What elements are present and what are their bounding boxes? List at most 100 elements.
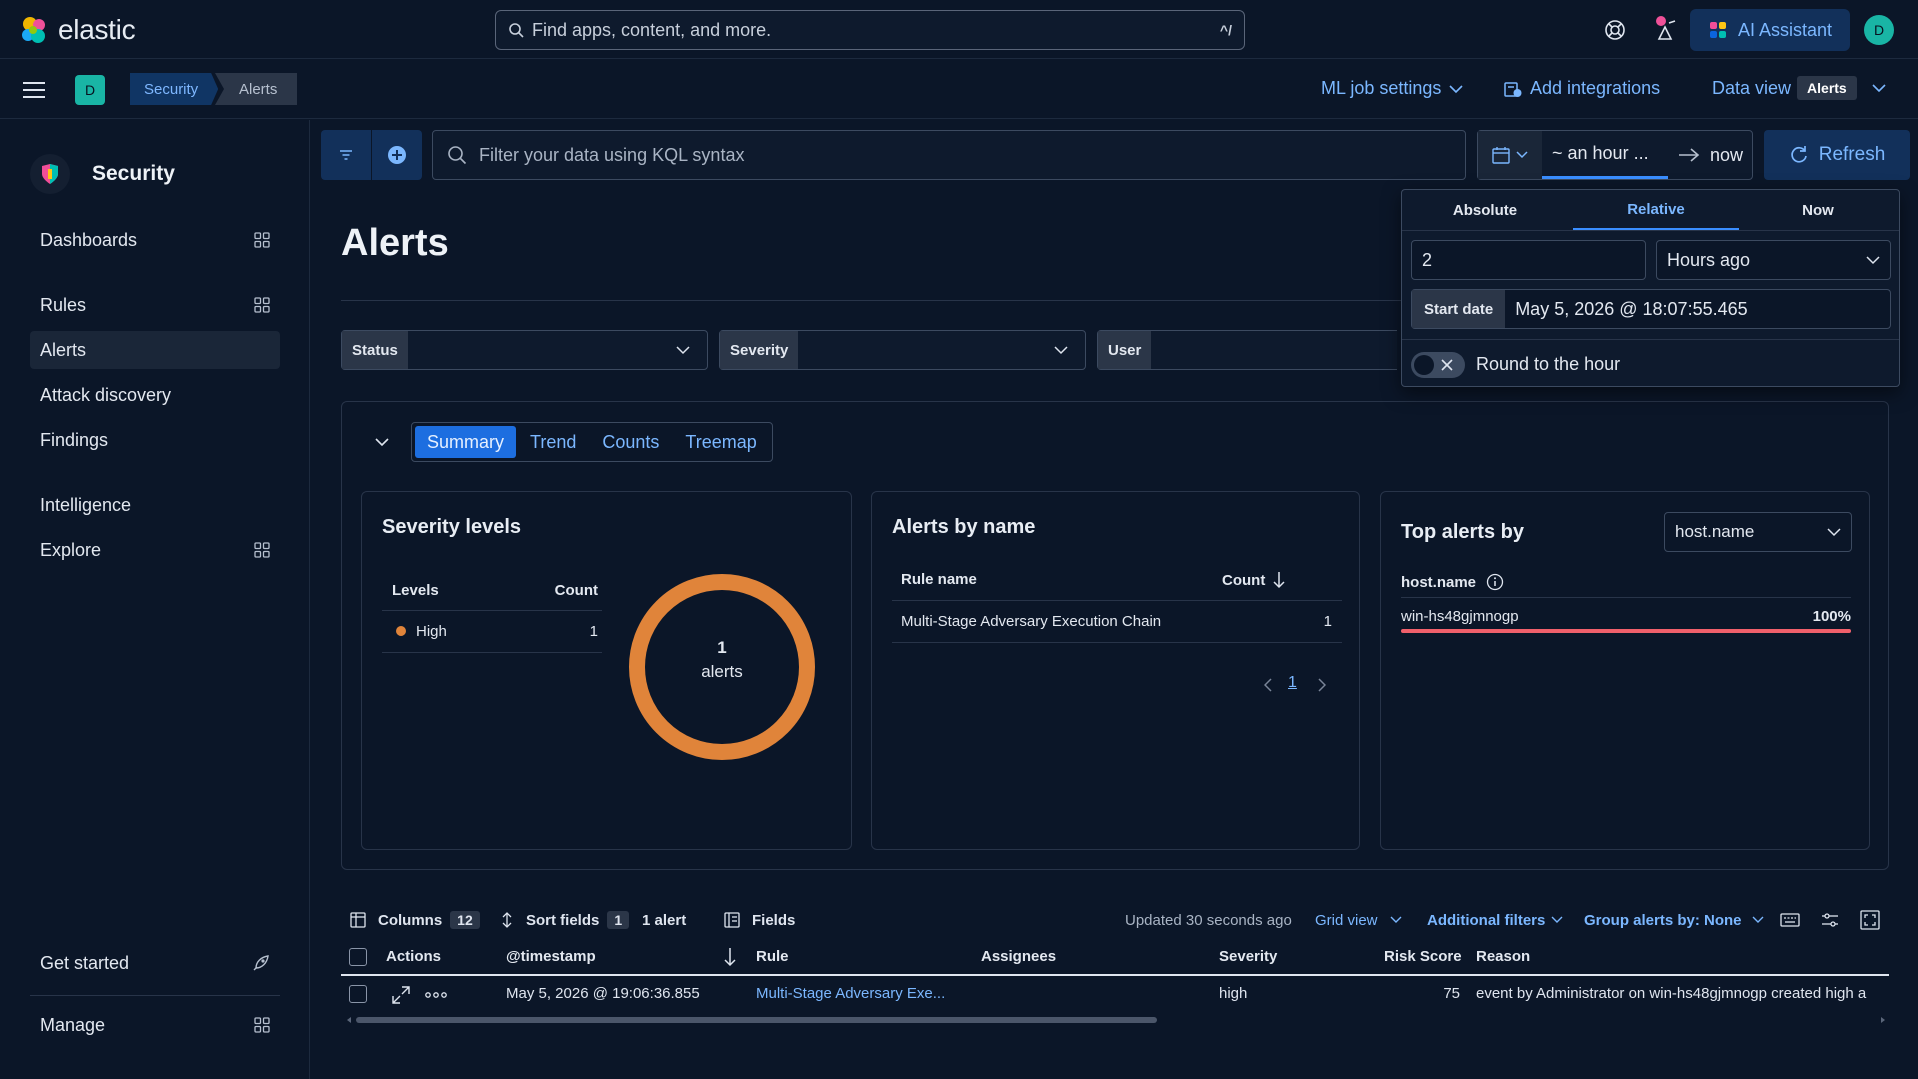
tab-relative[interactable]: Relative: [1573, 190, 1739, 230]
elastic-logo[interactable]: elastic: [18, 14, 136, 46]
chevron-down-icon: [1872, 84, 1886, 93]
columns-label: Columns: [378, 911, 443, 929]
severity-level-high[interactable]: High: [416, 623, 447, 640]
rule-name-cell[interactable]: Multi-Stage Adversary Execution Chain: [901, 613, 1161, 630]
toggle-knob: [1414, 355, 1434, 375]
data-view-picker[interactable]: Data view Alerts: [1712, 76, 1887, 100]
top-alert-bar-fill: [1401, 629, 1851, 633]
levels-column-header: Levels: [392, 582, 439, 599]
relative-unit-select[interactable]: Hours ago: [1656, 240, 1891, 280]
column-header-severity[interactable]: Severity: [1219, 948, 1277, 965]
sidebar-item-rules[interactable]: Rules: [30, 286, 280, 324]
next-page-button[interactable]: [1314, 676, 1330, 694]
global-search-input[interactable]: Find apps, content, and more. ^/: [495, 10, 1245, 50]
help-lifebuoy-icon: [1605, 20, 1625, 40]
sidebar-item-attack-discovery[interactable]: Attack discovery: [30, 376, 280, 414]
count-column-header[interactable]: Count: [1222, 571, 1285, 589]
page-1-button[interactable]: 1: [1288, 674, 1297, 692]
column-header-reason[interactable]: Reason: [1476, 948, 1530, 965]
column-header-timestamp[interactable]: @timestamp: [506, 948, 596, 965]
sidebar-item-manage[interactable]: Manage: [30, 1006, 280, 1044]
row-rule-link[interactable]: Multi-Stage Adversary Exe...: [756, 985, 945, 1002]
relative-amount-input[interactable]: 2: [1411, 240, 1646, 280]
integrations-icon: [1504, 81, 1522, 97]
start-date-field[interactable]: Start date May 5, 2026 @ 18:07:55.465: [1411, 289, 1891, 329]
sidebar-item-dashboards[interactable]: Dashboards: [30, 221, 280, 259]
chevron-down-icon: [1449, 84, 1463, 93]
sidebar-item-get-started[interactable]: Get started: [30, 944, 280, 982]
columns-button[interactable]: Columns 12: [350, 907, 480, 933]
ml-job-settings-button[interactable]: ML job settings: [1321, 78, 1463, 99]
round-to-hour-toggle[interactable]: [1411, 352, 1465, 378]
column-header-rule[interactable]: Rule: [756, 948, 789, 965]
scrollbar-thumb[interactable]: [356, 1017, 1157, 1023]
sidebar-item-label: Dashboards: [40, 229, 138, 250]
sidebar-item-intelligence[interactable]: Intelligence: [30, 486, 280, 524]
summary-view-tabs: Summary Trend Counts Treemap: [411, 422, 773, 462]
sort-fields-button[interactable]: Sort fields 1: [500, 907, 630, 933]
tab-trend[interactable]: Trend: [518, 426, 588, 458]
start-date-value: May 5, 2026 @ 18:07:55.465: [1515, 298, 1748, 319]
help-button[interactable]: [1602, 17, 1628, 43]
fullscreen-button[interactable]: [1858, 908, 1882, 932]
row-severity: high: [1219, 985, 1248, 1002]
filter-icon: [340, 150, 352, 160]
horizontal-scrollbar[interactable]: [346, 1014, 1886, 1026]
add-integrations-link[interactable]: Add integrations: [1504, 78, 1660, 99]
group-by-button[interactable]: Group alerts by: None: [1584, 907, 1764, 933]
top-alerts-field-select[interactable]: host.name: [1664, 512, 1852, 552]
additional-filters-button[interactable]: Additional filters: [1427, 907, 1563, 933]
severity-filter[interactable]: Severity: [719, 330, 1086, 370]
add-filter-button[interactable]: [372, 130, 422, 180]
kql-query-input[interactable]: Filter your data using KQL syntax: [432, 130, 1466, 180]
sidebar-item-label: Get started: [40, 952, 130, 973]
info-icon[interactable]: [1486, 573, 1504, 591]
fields-button[interactable]: Fields: [724, 907, 795, 933]
tab-summary[interactable]: Summary: [415, 426, 517, 458]
count-column-header: Count: [554, 582, 598, 599]
calendar-icon: [1492, 147, 1510, 164]
tab-treemap[interactable]: Treemap: [673, 426, 768, 458]
menu-toggle-button[interactable]: [22, 79, 46, 101]
grid-view-button[interactable]: Grid view: [1315, 907, 1402, 933]
column-header-assignees[interactable]: Assignees: [981, 948, 1056, 965]
keyboard-shortcuts-button[interactable]: [1778, 910, 1802, 930]
keyboard-icon: [1780, 913, 1800, 927]
columns-icon: [350, 912, 366, 928]
news-feed-button[interactable]: [1650, 14, 1680, 44]
user-avatar[interactable]: D: [1864, 15, 1894, 45]
prev-page-button[interactable]: [1260, 676, 1276, 694]
status-filter[interactable]: Status: [341, 330, 708, 370]
expand-icon[interactable]: [392, 986, 410, 1004]
space-avatar[interactable]: D: [75, 75, 105, 105]
sidebar-item-alerts[interactable]: Alerts: [30, 331, 280, 369]
filter-menu-button[interactable]: [321, 130, 371, 180]
end-date-button[interactable]: now: [1710, 145, 1743, 166]
user-filter[interactable]: User: [1097, 330, 1397, 370]
top-alerts-title: Top alerts by: [1401, 521, 1524, 543]
popover-divider: [1402, 339, 1899, 340]
tab-absolute[interactable]: Absolute: [1402, 190, 1568, 230]
refresh-label: Refresh: [1818, 144, 1886, 165]
elastic-logo-icon: [22, 17, 45, 43]
refresh-icon: [1791, 146, 1807, 163]
row-select-checkbox[interactable]: [349, 985, 367, 1003]
display-settings-button[interactable]: [1818, 910, 1842, 930]
sidebar-item-findings[interactable]: Findings: [30, 421, 280, 459]
ai-assistant-button[interactable]: AI Assistant: [1690, 9, 1850, 51]
sidebar-item-explore[interactable]: Explore: [30, 531, 280, 569]
sort-descending-icon[interactable]: [724, 947, 736, 967]
start-date-button[interactable]: ~ an hour ...: [1542, 131, 1668, 179]
top-alert-host-name[interactable]: win-hs48gjmnogp: [1401, 608, 1519, 625]
quick-select-button[interactable]: [1478, 131, 1542, 179]
tab-counts[interactable]: Counts: [590, 426, 671, 458]
sidebar-title: Security: [92, 162, 175, 185]
select-all-checkbox[interactable]: [349, 948, 367, 966]
tab-now[interactable]: Now: [1735, 190, 1901, 230]
sidebar-item-label: Alerts: [40, 339, 87, 360]
collapse-summary-button[interactable]: [370, 430, 394, 454]
refresh-button[interactable]: Refresh: [1764, 130, 1910, 180]
breadcrumb-security[interactable]: Security: [130, 73, 219, 105]
column-header-risk-score[interactable]: Risk Score: [1384, 948, 1462, 965]
more-actions-icon[interactable]: [425, 991, 447, 999]
